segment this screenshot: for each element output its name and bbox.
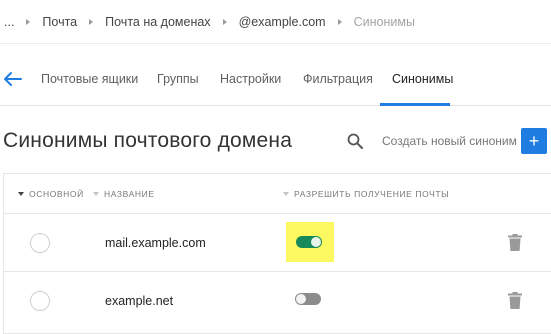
- breadcrumb-domain[interactable]: @example.com: [239, 15, 326, 29]
- breadcrumb-separator-icon: [222, 18, 227, 25]
- trash-icon[interactable]: [508, 292, 522, 309]
- breadcrumb-ellipsis[interactable]: ...: [4, 15, 14, 29]
- breadcrumb-domain-mail[interactable]: Почта на доменах: [105, 15, 210, 29]
- breadcrumb: ... Почта Почта на доменах @example.com …: [0, 0, 551, 44]
- primary-radio[interactable]: [30, 233, 50, 253]
- page-title: Синонимы почтового домена: [3, 129, 293, 152]
- toggle-knob: [296, 294, 306, 304]
- sort-inactive-icon: [93, 191, 99, 196]
- allow-mail-toggle[interactable]: [295, 293, 321, 305]
- alias-name: mail.example.com: [105, 236, 206, 250]
- column-header-name[interactable]: Название: [93, 189, 155, 199]
- active-tab-indicator: [380, 103, 450, 106]
- add-alias-button[interactable]: +: [521, 128, 547, 154]
- allow-mail-toggle[interactable]: [296, 236, 322, 248]
- tab-aliases[interactable]: Синонимы: [392, 72, 453, 86]
- column-header-allow-mail-label: Разрешить получение почты: [294, 189, 450, 199]
- tab-mailboxes[interactable]: Почтовые ящики: [41, 72, 138, 86]
- create-alias-link[interactable]: Создать новый синоним: [382, 134, 517, 148]
- table-row: mail.example.com: [4, 214, 551, 272]
- aliases-table: Основной Название Разрешить получение по…: [3, 173, 551, 334]
- table-header: Основной Название Разрешить получение по…: [4, 174, 551, 214]
- sort-inactive-icon: [283, 191, 289, 196]
- alias-name: example.net: [105, 294, 174, 308]
- app-root: ... Почта Почта на доменах @example.com …: [0, 0, 551, 334]
- column-header-allow-mail[interactable]: Разрешить получение почты: [283, 189, 449, 199]
- tab-filtering[interactable]: Фильтрация: [303, 72, 373, 86]
- table-row: example.net: [4, 272, 551, 330]
- column-header-name-label: Название: [104, 189, 155, 199]
- tab-groups[interactable]: Группы: [157, 72, 199, 86]
- trash-icon[interactable]: [508, 234, 522, 251]
- column-header-primary[interactable]: Основной: [18, 189, 84, 199]
- arrow-left-icon[interactable]: [3, 71, 23, 87]
- search-icon[interactable]: [346, 132, 364, 150]
- toggle-knob: [311, 237, 321, 247]
- breadcrumb-separator-icon: [26, 18, 31, 25]
- tab-bar: Почтовые ящики Группы Настройки Фильтрац…: [0, 56, 551, 106]
- breadcrumb-current: Синонимы: [353, 14, 415, 29]
- breadcrumb-separator-icon: [89, 18, 94, 25]
- primary-radio[interactable]: [30, 291, 50, 311]
- column-header-primary-label: Основной: [29, 189, 84, 199]
- breadcrumb-mail[interactable]: Почта: [42, 15, 77, 29]
- sort-desc-icon: [18, 191, 24, 196]
- breadcrumb-separator-icon: [337, 18, 342, 25]
- tab-settings[interactable]: Настройки: [220, 72, 281, 86]
